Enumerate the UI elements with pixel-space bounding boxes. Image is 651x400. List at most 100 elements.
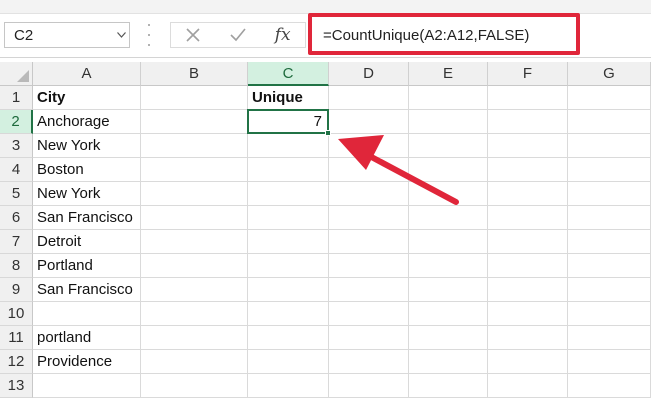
cell-a10[interactable] bbox=[33, 302, 141, 326]
cell-a11[interactable]: portland bbox=[33, 326, 141, 350]
row-header-4[interactable]: 4 bbox=[0, 158, 33, 182]
select-all-corner[interactable] bbox=[0, 62, 33, 86]
cell-f13[interactable] bbox=[488, 374, 568, 398]
cell-b13[interactable] bbox=[141, 374, 248, 398]
cell-g13[interactable] bbox=[568, 374, 651, 398]
cell-d1[interactable] bbox=[329, 86, 409, 110]
cell-b2[interactable] bbox=[141, 110, 248, 134]
cell-a5[interactable]: New York bbox=[33, 182, 141, 206]
column-header-b[interactable]: B bbox=[141, 62, 248, 86]
cell-c2[interactable]: 7 bbox=[248, 110, 329, 134]
cell-c5[interactable] bbox=[248, 182, 329, 206]
cell-g5[interactable] bbox=[568, 182, 651, 206]
cell-c9[interactable] bbox=[248, 278, 329, 302]
cancel-icon[interactable] bbox=[178, 23, 208, 47]
cell-d3[interactable] bbox=[329, 134, 409, 158]
checkmark-icon[interactable] bbox=[223, 23, 253, 47]
cell-a9[interactable]: San Francisco bbox=[33, 278, 141, 302]
cell-e10[interactable] bbox=[409, 302, 488, 326]
column-header-d[interactable]: D bbox=[329, 62, 409, 86]
cell-f5[interactable] bbox=[488, 182, 568, 206]
cell-b10[interactable] bbox=[141, 302, 248, 326]
cell-a2[interactable]: Anchorage bbox=[33, 110, 141, 134]
cell-e12[interactable] bbox=[409, 350, 488, 374]
cell-c3[interactable] bbox=[248, 134, 329, 158]
resize-handle[interactable] bbox=[146, 24, 152, 46]
cell-e13[interactable] bbox=[409, 374, 488, 398]
cell-g10[interactable] bbox=[568, 302, 651, 326]
row-header-6[interactable]: 6 bbox=[0, 206, 33, 230]
column-header-f[interactable]: F bbox=[488, 62, 568, 86]
row-header-3[interactable]: 3 bbox=[0, 134, 33, 158]
cell-c4[interactable] bbox=[248, 158, 329, 182]
row-header-10[interactable]: 10 bbox=[0, 302, 33, 326]
cell-a3[interactable]: New York bbox=[33, 134, 141, 158]
cell-a8[interactable]: Portland bbox=[33, 254, 141, 278]
cell-f3[interactable] bbox=[488, 134, 568, 158]
cell-c7[interactable] bbox=[248, 230, 329, 254]
cell-e3[interactable] bbox=[409, 134, 488, 158]
cell-c13[interactable] bbox=[248, 374, 329, 398]
row-header-7[interactable]: 7 bbox=[0, 230, 33, 254]
cell-b3[interactable] bbox=[141, 134, 248, 158]
cell-d10[interactable] bbox=[329, 302, 409, 326]
cell-e9[interactable] bbox=[409, 278, 488, 302]
column-header-a[interactable]: A bbox=[33, 62, 141, 86]
cell-c8[interactable] bbox=[248, 254, 329, 278]
cell-f1[interactable] bbox=[488, 86, 568, 110]
cell-d8[interactable] bbox=[329, 254, 409, 278]
cell-g1[interactable] bbox=[568, 86, 651, 110]
cell-e5[interactable] bbox=[409, 182, 488, 206]
cell-b12[interactable] bbox=[141, 350, 248, 374]
cell-f10[interactable] bbox=[488, 302, 568, 326]
cell-c10[interactable] bbox=[248, 302, 329, 326]
row-header-5[interactable]: 5 bbox=[0, 182, 33, 206]
row-header-12[interactable]: 12 bbox=[0, 350, 33, 374]
insert-function-icon[interactable]: fx bbox=[268, 23, 298, 47]
formula-input[interactable]: =CountUnique(A2:A12,FALSE) bbox=[310, 22, 651, 48]
cell-d5[interactable] bbox=[329, 182, 409, 206]
cell-g3[interactable] bbox=[568, 134, 651, 158]
cell-b9[interactable] bbox=[141, 278, 248, 302]
column-header-c[interactable]: C bbox=[248, 62, 329, 86]
cell-d7[interactable] bbox=[329, 230, 409, 254]
cell-g4[interactable] bbox=[568, 158, 651, 182]
cell-g2[interactable] bbox=[568, 110, 651, 134]
cell-e1[interactable] bbox=[409, 86, 488, 110]
cell-d4[interactable] bbox=[329, 158, 409, 182]
cell-d12[interactable] bbox=[329, 350, 409, 374]
cell-a1[interactable]: City bbox=[33, 86, 141, 110]
cell-e7[interactable] bbox=[409, 230, 488, 254]
cell-e2[interactable] bbox=[409, 110, 488, 134]
cell-f6[interactable] bbox=[488, 206, 568, 230]
row-header-1[interactable]: 1 bbox=[0, 86, 33, 110]
cell-a4[interactable]: Boston bbox=[33, 158, 141, 182]
cell-d13[interactable] bbox=[329, 374, 409, 398]
cell-g9[interactable] bbox=[568, 278, 651, 302]
chevron-down-icon[interactable] bbox=[113, 32, 129, 38]
cell-f9[interactable] bbox=[488, 278, 568, 302]
cell-d9[interactable] bbox=[329, 278, 409, 302]
row-header-11[interactable]: 11 bbox=[0, 326, 33, 350]
cell-g12[interactable] bbox=[568, 350, 651, 374]
cell-b4[interactable] bbox=[141, 158, 248, 182]
row-header-2[interactable]: 2 bbox=[0, 110, 33, 134]
cell-b7[interactable] bbox=[141, 230, 248, 254]
cell-d11[interactable] bbox=[329, 326, 409, 350]
cell-g11[interactable] bbox=[568, 326, 651, 350]
name-box[interactable]: C2 bbox=[4, 22, 130, 48]
fill-handle[interactable] bbox=[325, 130, 331, 136]
cell-e4[interactable] bbox=[409, 158, 488, 182]
cell-a13[interactable] bbox=[33, 374, 141, 398]
cell-g8[interactable] bbox=[568, 254, 651, 278]
cell-f7[interactable] bbox=[488, 230, 568, 254]
cell-a7[interactable]: Detroit bbox=[33, 230, 141, 254]
cell-d2[interactable] bbox=[329, 110, 409, 134]
cell-b11[interactable] bbox=[141, 326, 248, 350]
cell-e6[interactable] bbox=[409, 206, 488, 230]
cell-d6[interactable] bbox=[329, 206, 409, 230]
cell-e8[interactable] bbox=[409, 254, 488, 278]
row-header-13[interactable]: 13 bbox=[0, 374, 33, 398]
cell-b8[interactable] bbox=[141, 254, 248, 278]
cell-f4[interactable] bbox=[488, 158, 568, 182]
